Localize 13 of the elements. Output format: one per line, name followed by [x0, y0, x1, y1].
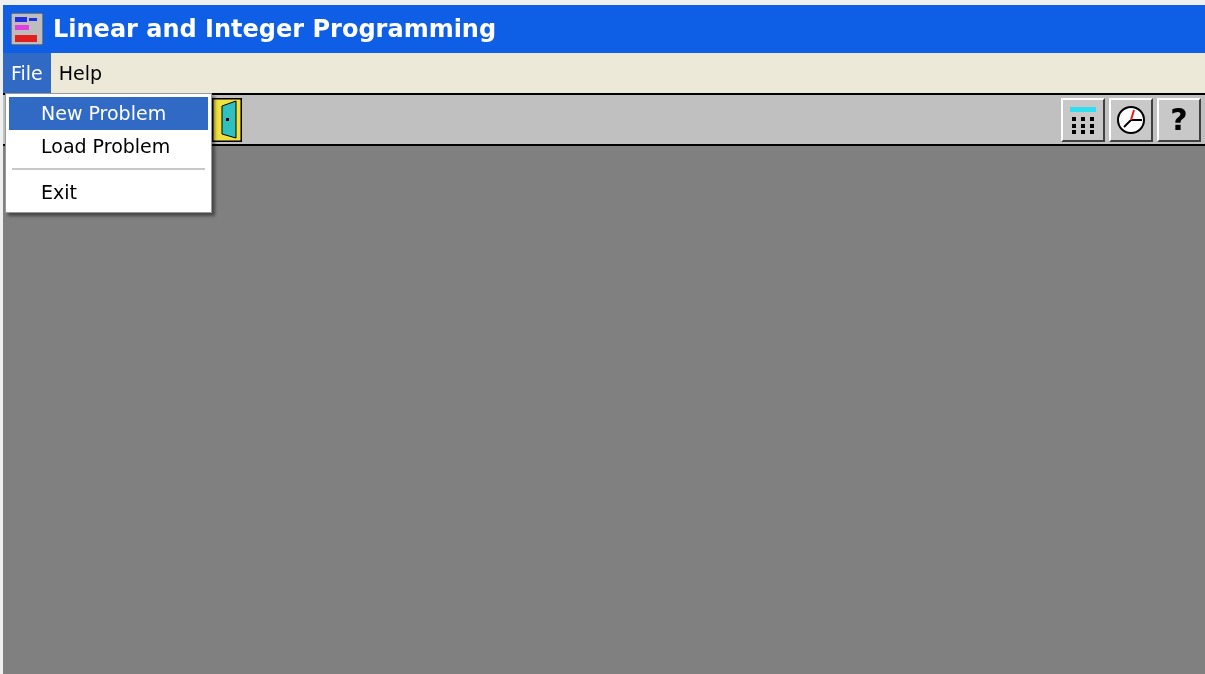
calculator-button[interactable] — [1061, 97, 1105, 142]
calculator-icon — [1068, 104, 1098, 135]
menu-item[interactable]: Exit — [9, 176, 208, 209]
app-icon — [11, 13, 43, 45]
window-title: Linear and Integer Programming — [53, 14, 497, 45]
door-icon[interactable] — [212, 97, 242, 142]
clock-button[interactable] — [1109, 97, 1153, 142]
menu-item[interactable]: Help — [50, 53, 111, 93]
clock-icon — [1115, 103, 1147, 136]
menu-item[interactable]: File — [3, 53, 51, 93]
help-button[interactable]: ? — [1157, 97, 1201, 142]
menu-item[interactable]: Load Problem — [9, 129, 208, 162]
menu-item[interactable]: New Problem — [9, 97, 208, 130]
